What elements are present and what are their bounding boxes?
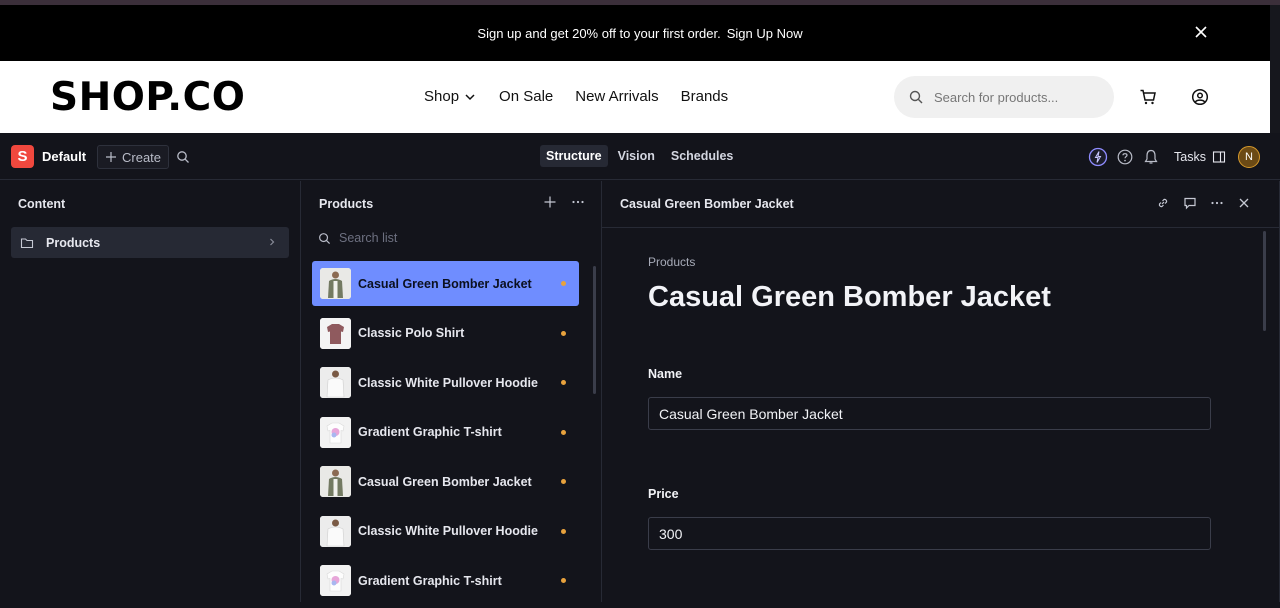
studio-toolbar: S Default Create Structure Vision Schedu… <box>0 133 1280 180</box>
nav-new-arrivals[interactable]: New Arrivals <box>575 88 658 105</box>
more-options-icon[interactable] <box>1210 196 1224 210</box>
product-thumbnail <box>320 268 351 299</box>
close-icon[interactable] <box>1237 196 1251 210</box>
document-title: Casual Green Bomber Jacket <box>648 281 1051 313</box>
price-field-label: Price <box>648 487 679 501</box>
tasks-label: Tasks <box>1174 150 1206 164</box>
workspace-name[interactable]: Default <box>42 149 86 164</box>
product-thumbnail <box>320 565 351 596</box>
studio: S Default Create Structure Vision Schedu… <box>0 133 1280 602</box>
tool-tabs: Structure Vision Schedules <box>540 145 739 167</box>
list-search[interactable] <box>318 231 539 245</box>
product-thumbnail <box>320 466 351 497</box>
content-pane: Content Products <box>0 181 301 602</box>
nav-shop[interactable]: Shop <box>424 88 477 105</box>
product-list: Casual Green Bomber Jacket Classic Polo … <box>312 261 579 608</box>
status-dot <box>561 528 566 534</box>
promo-text: Sign up and get 20% off to your first or… <box>477 25 721 41</box>
tab-schedules[interactable]: Schedules <box>665 145 740 167</box>
document-pane-actions <box>1156 196 1251 210</box>
close-icon[interactable] <box>1193 24 1209 40</box>
create-button[interactable]: Create <box>97 145 170 169</box>
document-pane-title: Casual Green Bomber Jacket <box>620 197 794 211</box>
list-item[interactable]: Casual Green Bomber Jacket <box>312 459 579 504</box>
promo-banner: Sign up and get 20% off to your first or… <box>0 5 1280 61</box>
list-item[interactable]: Classic Polo Shirt <box>312 311 579 356</box>
more-options-icon[interactable] <box>571 195 585 209</box>
status-dot <box>561 429 566 435</box>
store-search[interactable] <box>894 76 1114 118</box>
plus-icon <box>106 152 116 162</box>
cart-icon[interactable] <box>1139 88 1157 106</box>
folder-icon <box>20 237 34 248</box>
link-icon[interactable] <box>1156 196 1170 210</box>
document-pane: Casual Green Bomber Jacket Products Casu… <box>602 181 1280 602</box>
name-field[interactable] <box>648 397 1211 430</box>
sidebar-toggle-icon <box>1212 151 1226 163</box>
list-item-label: Classic White Pullover Hoodie <box>358 375 538 390</box>
tasks-button[interactable]: Tasks <box>1174 150 1226 164</box>
sidebar-item-label: Products <box>46 235 101 250</box>
nav-on-sale[interactable]: On Sale <box>499 88 553 105</box>
studio-logo[interactable]: S <box>11 145 34 168</box>
store-navbar: SHOP.CO Shop On Sale New Arrivals Brands <box>0 61 1270 133</box>
add-icon[interactable] <box>543 195 557 209</box>
list-item-label: Casual Green Bomber Jacket <box>358 474 532 489</box>
list-item-label: Casual Green Bomber Jacket <box>358 276 532 291</box>
breadcrumb[interactable]: Products <box>648 255 695 269</box>
lightning-icon[interactable] <box>1088 147 1108 167</box>
list-item[interactable]: Gradient Graphic T-shirt <box>312 558 579 603</box>
search-icon <box>319 232 331 244</box>
signup-link[interactable]: Sign Up Now <box>727 26 803 41</box>
list-item[interactable]: Casual Green Bomber Jacket <box>312 261 579 306</box>
list-item-label: Classic Polo Shirt <box>358 326 465 340</box>
store-logo[interactable]: SHOP.CO <box>50 75 245 120</box>
product-thumbnail <box>320 515 351 547</box>
chevron-down-icon <box>465 93 475 100</box>
list-item[interactable]: Gradient Graphic T-shirt <box>312 410 579 455</box>
user-icon[interactable] <box>1191 88 1209 106</box>
status-dot <box>561 578 566 583</box>
name-field-label: Name <box>648 367 683 381</box>
content-pane-title: Content <box>18 197 66 211</box>
list-pane-title: Products <box>319 197 374 211</box>
sidebar-item-products[interactable]: Products <box>11 227 289 258</box>
product-thumbnail <box>320 367 351 398</box>
list-search-input[interactable] <box>339 231 539 245</box>
search-icon[interactable] <box>176 150 190 164</box>
toolbar-right: Tasks N <box>1088 146 1260 168</box>
store-search-input[interactable] <box>934 89 1094 105</box>
document-scrollbar[interactable] <box>1263 231 1266 331</box>
list-pane-actions <box>543 195 585 209</box>
page-scrollbar[interactable] <box>1270 5 1280 133</box>
create-label: Create <box>122 149 162 165</box>
products-list-pane: Products Casual Green Bomber Jacket Clas… <box>301 181 602 602</box>
product-thumbnail <box>320 416 351 448</box>
status-dot <box>561 479 566 484</box>
list-item-label: Gradient Graphic T-shirt <box>358 425 502 439</box>
nav-brands[interactable]: Brands <box>681 88 729 105</box>
list-item-label: Gradient Graphic T-shirt <box>358 573 502 588</box>
list-item[interactable]: Classic White Pullover Hoodie <box>312 360 579 405</box>
list-item[interactable]: Classic White Pullover Hoodie <box>312 509 579 554</box>
divider <box>602 227 1280 228</box>
tab-structure[interactable]: Structure <box>540 145 608 167</box>
help-icon[interactable] <box>1116 148 1134 166</box>
product-thumbnail <box>320 317 351 349</box>
comment-icon[interactable] <box>1183 196 1197 210</box>
tab-vision[interactable]: Vision <box>612 145 661 167</box>
price-field[interactable] <box>648 517 1211 550</box>
chevron-right-icon <box>270 238 275 246</box>
list-item-label: Classic White Pullover Hoodie <box>358 524 538 538</box>
notifications-icon[interactable] <box>1142 148 1160 166</box>
list-scrollbar[interactable] <box>593 266 596 394</box>
store-nav-links: Shop On Sale New Arrivals Brands <box>424 88 728 105</box>
status-dot <box>561 380 566 385</box>
user-avatar[interactable]: N <box>1237 146 1260 168</box>
search-icon <box>909 90 923 104</box>
status-dot <box>561 330 566 336</box>
status-dot <box>561 281 566 286</box>
